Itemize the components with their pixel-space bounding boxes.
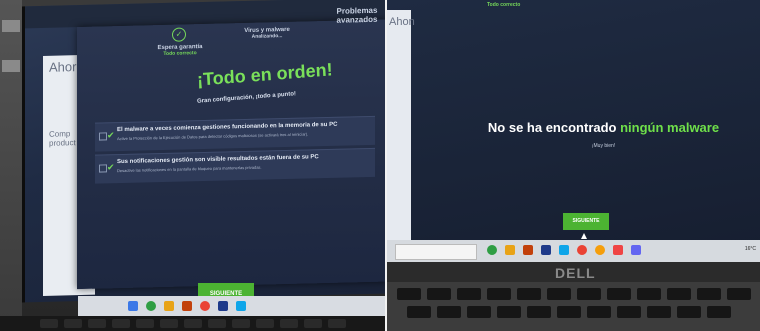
laptop-screen: Ahon Todo correcto No se ha encontrado n… [387, 0, 760, 262]
app-icon[interactable] [559, 245, 569, 255]
checkbox[interactable] [99, 132, 107, 141]
left-photo: Ahor Comp product ✓ Espera garantía Todo… [0, 0, 385, 331]
background-window-text: Comp product [49, 129, 76, 148]
list-item[interactable]: ✔ Sus notificaciones gestión son visible… [95, 147, 375, 184]
app-icon[interactable] [541, 245, 551, 255]
taskbar: 16°C [387, 240, 760, 262]
list-item[interactable]: ✔ El malware a veces comienza gestiones … [95, 115, 375, 152]
list-item-desc: Active la Protección de la Ejecución de … [117, 131, 309, 142]
check-icon: ✔ [107, 162, 115, 173]
background-wall [0, 0, 22, 331]
browser-tab [2, 20, 20, 32]
result-title-accent: ningún malware [620, 120, 720, 135]
app-icon[interactable] [613, 245, 623, 255]
page-title: ¡Todo en orden! [196, 59, 334, 90]
laptop-screen: Ahor Comp product ✓ Espera garantía Todo… [22, 0, 385, 303]
step-3: Problemas avanzados [336, 5, 378, 25]
background-window-title: Ahor [49, 59, 77, 75]
whatsapp-icon[interactable] [487, 245, 497, 255]
app-icon[interactable] [631, 245, 641, 255]
folder-icon[interactable] [164, 301, 174, 311]
office-icon[interactable] [182, 301, 192, 311]
page-subtitle: Gran configuración, ¡todo a punto! [196, 91, 297, 105]
whatsapp-icon[interactable] [146, 301, 156, 311]
dell-logo: DELL [555, 265, 596, 281]
step-1: Espera garantía Todo correcto [157, 44, 203, 58]
app-icon[interactable] [236, 301, 246, 311]
result-subtitle: ¡Muy bien! [591, 143, 616, 149]
taskbar [78, 296, 385, 318]
checkbox[interactable] [99, 164, 107, 173]
app-icon[interactable] [218, 301, 228, 311]
list-item-title: Sus notificaciones gestión son visible r… [117, 154, 319, 166]
taskbar-temperature: 16°C [744, 246, 756, 252]
check-icon: ✔ [107, 130, 115, 141]
result-title: No se ha encontrado ningún malware [387, 120, 760, 135]
laptop-bezel: DELL [387, 262, 760, 282]
search-icon[interactable] [128, 301, 138, 311]
browser-tab [2, 60, 20, 72]
right-photo: Ahon Todo correcto No se ha encontrado n… [387, 0, 760, 331]
laptop-keyboard [0, 316, 385, 331]
folder-icon[interactable] [505, 245, 515, 255]
chrome-icon[interactable] [200, 301, 210, 311]
app-icon[interactable] [595, 245, 605, 255]
list-item-desc: Desactive las notificaciones en la panta… [117, 164, 262, 174]
next-button[interactable]: SIGUIENTE [563, 213, 609, 230]
step-2: Virus y malware Analizando... [244, 26, 290, 40]
result-title-main: No se ha encontrado [487, 120, 617, 135]
laptop-keyboard [387, 282, 760, 331]
search-input[interactable] [395, 244, 477, 260]
chrome-icon[interactable] [577, 245, 587, 255]
step-status: Todo correcto [487, 2, 521, 8]
background-window-title: Ahon [389, 16, 415, 28]
office-icon[interactable] [523, 245, 533, 255]
mouse-cursor-icon [581, 233, 587, 239]
antivirus-window: ✓ Espera garantía Todo correcto Virus y … [77, 6, 385, 290]
step-done-icon: ✓ [172, 27, 186, 42]
